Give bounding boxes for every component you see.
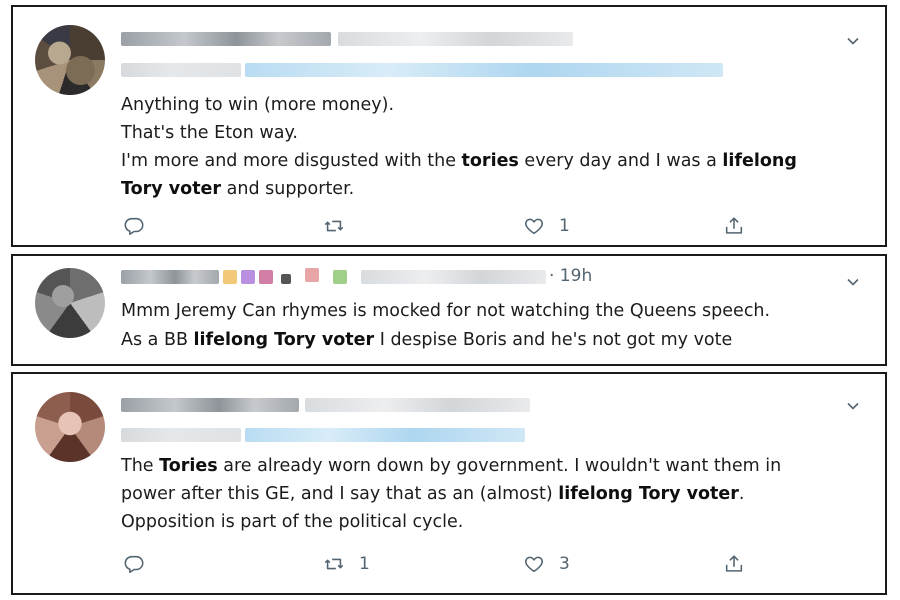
heart-icon bbox=[525, 218, 543, 235]
tweet-actions: 1 bbox=[121, 211, 781, 241]
heart-icon bbox=[525, 556, 543, 573]
hashword-highlight: tories bbox=[461, 151, 519, 171]
reply-button[interactable] bbox=[123, 549, 159, 579]
avatar[interactable] bbox=[35, 392, 105, 462]
retweet-icon bbox=[324, 558, 344, 570]
tweet-line: The Tories are already worn down by gove… bbox=[121, 456, 782, 476]
avatar[interactable] bbox=[35, 268, 105, 338]
share-button[interactable] bbox=[723, 211, 745, 241]
tweet-line: That's the Eton way. bbox=[121, 123, 298, 143]
share-button[interactable] bbox=[723, 549, 745, 579]
tweet-line: Tory voter and supporter. bbox=[121, 179, 355, 199]
retweet-button[interactable]: 1 bbox=[323, 549, 370, 579]
emoji-redacted bbox=[333, 270, 347, 284]
tweet-text: The Tories are already worn down by gove… bbox=[121, 452, 865, 536]
display-name-redacted[interactable] bbox=[121, 270, 219, 284]
tweet-card[interactable]: Anything to win (more money). That's the… bbox=[11, 5, 887, 247]
like-button[interactable]: 3 bbox=[523, 549, 570, 579]
retweet-icon bbox=[324, 220, 344, 232]
tweet-line: Mmm Jeremy Can rhymes is mocked for not … bbox=[121, 301, 771, 321]
reply-icon bbox=[124, 217, 144, 236]
emoji-redacted bbox=[223, 270, 237, 284]
tweet-text: Mmm Jeremy Can rhymes is mocked for not … bbox=[121, 297, 865, 355]
hashword-highlight: Tories bbox=[159, 456, 218, 476]
tweet-line: Opposition is part of the political cycl… bbox=[121, 512, 464, 532]
handle-and-time-redacted bbox=[338, 32, 573, 46]
display-name-redacted[interactable] bbox=[121, 398, 299, 412]
replying-to-handles-redacted[interactable] bbox=[245, 428, 525, 442]
chevron-down-icon[interactable] bbox=[845, 398, 861, 414]
replying-to-handles-redacted[interactable] bbox=[245, 63, 723, 77]
hashword-highlight: lifelong bbox=[722, 151, 797, 171]
share-icon bbox=[725, 217, 743, 234]
reply-icon bbox=[124, 555, 144, 574]
tweet-line: Anything to win (more money). bbox=[121, 95, 395, 115]
like-button[interactable]: 1 bbox=[523, 211, 570, 241]
tweet-line: As a BB lifelong Tory voter I despise Bo… bbox=[121, 330, 733, 350]
replying-to-redacted bbox=[121, 428, 241, 442]
handle-redacted bbox=[361, 270, 546, 284]
chevron-down-icon[interactable] bbox=[845, 274, 861, 290]
tweet-line: I'm more and more disgusted with the tor… bbox=[121, 151, 797, 171]
retweet-button[interactable] bbox=[323, 211, 359, 241]
retweet-count: 1 bbox=[359, 554, 370, 574]
replying-to-redacted bbox=[121, 63, 241, 77]
tweet-line: power after this GE, and I say that as a… bbox=[121, 484, 745, 504]
tweet-card[interactable]: The Tories are already worn down by gove… bbox=[11, 372, 887, 595]
chevron-down-icon[interactable] bbox=[845, 33, 861, 49]
like-count: 1 bbox=[559, 216, 570, 236]
tweet-actions: 1 3 bbox=[121, 549, 781, 579]
tweet-text: Anything to win (more money). That's the… bbox=[121, 91, 865, 203]
share-icon bbox=[725, 555, 743, 572]
emoji-redacted bbox=[241, 270, 255, 284]
like-count: 3 bbox=[559, 554, 570, 574]
handle-and-time-redacted bbox=[305, 398, 530, 412]
hashword-highlight: lifelong Tory voter bbox=[193, 330, 375, 350]
tweet-card[interactable]: · 19h Mmm Jeremy Can rhymes is mocked fo… bbox=[11, 254, 887, 366]
hashword-highlight: lifelong Tory voter bbox=[558, 484, 739, 504]
hashword-highlight: Tory voter bbox=[121, 179, 222, 199]
emoji-redacted bbox=[305, 268, 319, 282]
reply-button[interactable] bbox=[123, 211, 159, 241]
emoji-redacted bbox=[281, 274, 291, 284]
display-name-redacted[interactable] bbox=[121, 32, 331, 46]
emoji-redacted bbox=[259, 270, 273, 284]
timestamp[interactable]: · 19h bbox=[549, 266, 592, 286]
avatar[interactable] bbox=[35, 25, 105, 95]
